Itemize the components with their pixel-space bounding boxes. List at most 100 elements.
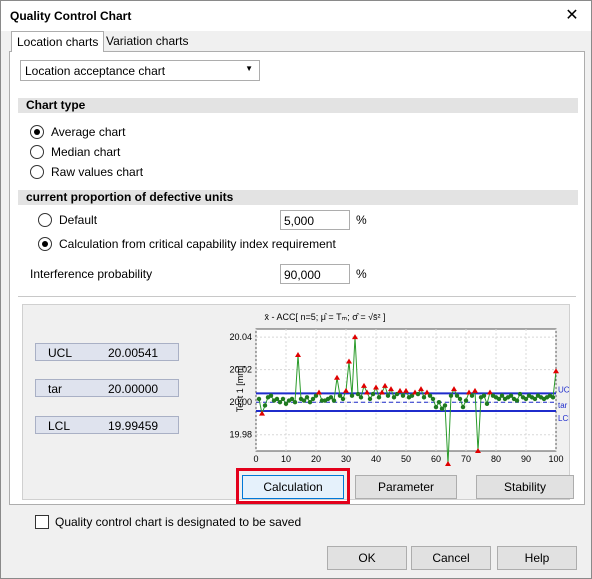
data-point xyxy=(355,391,361,397)
data-point xyxy=(523,396,529,402)
radio-calc-capability[interactable] xyxy=(38,237,52,251)
data-point xyxy=(448,393,454,398)
parameter-button[interactable]: Parameter xyxy=(355,475,457,499)
limit-ucl: UCL 20.00541 xyxy=(35,343,179,361)
data-point xyxy=(277,400,283,405)
data-point xyxy=(481,393,487,398)
label-average-chart: Average chart xyxy=(51,125,126,139)
chart-type-dropdown[interactable]: Location acceptance chart ▼ xyxy=(20,60,260,81)
divider xyxy=(18,296,576,297)
data-point xyxy=(376,395,382,400)
data-point xyxy=(427,393,433,398)
control-chart: x̄ - ACC[ n=5; μ̂ = Tₘ; σ̂ = √s̄² ] UCL t… xyxy=(229,312,569,467)
x-tick-label: 40 xyxy=(371,454,381,464)
section-chart-type: Chart type xyxy=(18,98,578,113)
x-tick-label: 100 xyxy=(548,454,563,464)
data-point xyxy=(421,395,427,400)
data-point xyxy=(496,396,502,402)
data-point xyxy=(307,400,313,405)
data-point xyxy=(457,396,463,402)
data-point xyxy=(436,400,442,405)
data-point xyxy=(499,393,505,398)
data-point xyxy=(385,393,391,398)
section-defective-units: current proportion of defective units xyxy=(18,190,578,205)
data-point xyxy=(484,401,490,407)
data-point xyxy=(274,396,280,402)
data-point xyxy=(349,393,355,398)
limit-tar: tar 20.00000 xyxy=(35,379,179,397)
data-point xyxy=(367,396,373,402)
limit-line-label: UCL xyxy=(558,385,569,394)
data-point xyxy=(469,393,475,398)
interference-field[interactable]: 90,000 xyxy=(280,264,350,284)
limit-ucl-name: UCL xyxy=(48,346,73,360)
dialog-title: Quality Control Chart xyxy=(10,9,132,23)
limit-line-label: LCL xyxy=(558,414,569,423)
x-tick-label: 80 xyxy=(491,454,501,464)
interference-unit: % xyxy=(356,267,367,281)
y-tick-label: 19.98 xyxy=(229,430,252,440)
tab-location-charts[interactable]: Location charts xyxy=(11,31,105,52)
data-point xyxy=(430,396,436,402)
close-icon[interactable]: ✕ xyxy=(561,5,583,27)
label-median-chart: Median chart xyxy=(51,145,121,159)
data-point xyxy=(262,403,268,408)
label-calc-capability: Calculation from critical capability ind… xyxy=(59,237,336,251)
x-tick-label: 10 xyxy=(281,454,291,464)
y-axis-label: Test 1 [mm] xyxy=(235,366,245,413)
x-tick-label: 90 xyxy=(521,454,531,464)
radio-average-chart[interactable] xyxy=(30,125,44,139)
default-proportion-value: 5,000 xyxy=(284,214,315,228)
limit-lcl-value: 19.99459 xyxy=(108,419,159,433)
data-point xyxy=(337,393,343,398)
data-point xyxy=(310,396,316,402)
stability-button[interactable]: Stability xyxy=(476,475,574,499)
radio-raw-values-chart[interactable] xyxy=(30,165,44,179)
radio-median-chart[interactable] xyxy=(30,145,44,159)
x-tick-label: 30 xyxy=(341,454,351,464)
x-tick-label: 50 xyxy=(401,454,411,464)
tab-variation-charts[interactable]: Variation charts xyxy=(101,31,193,51)
data-point xyxy=(439,406,445,411)
data-point xyxy=(550,395,556,400)
quality-control-dialog: Quality Control Chart ✕ Location charts … xyxy=(0,0,592,579)
data-point xyxy=(508,393,514,398)
limit-tar-value: 20.00000 xyxy=(108,382,159,396)
limit-lcl-name: LCL xyxy=(48,419,71,433)
data-point xyxy=(400,393,406,398)
chevron-down-icon: ▼ xyxy=(245,64,253,73)
ok-button[interactable]: OK xyxy=(327,546,407,570)
chart-title: x̄ - ACC[ n=5; μ̂ = Tₘ; σ̂ = √s̄² ] xyxy=(264,312,385,322)
interference-value: 90,000 xyxy=(284,268,321,282)
x-tick-label: 70 xyxy=(461,454,471,464)
label-raw-values-chart: Raw values chart xyxy=(51,165,144,179)
data-point xyxy=(358,395,364,400)
data-point xyxy=(289,396,295,402)
data-point xyxy=(328,395,334,400)
data-point xyxy=(415,391,421,397)
save-checkbox-label: Quality control chart is designated to b… xyxy=(55,515,302,529)
limit-tar-name: tar xyxy=(48,382,63,396)
save-checkbox[interactable] xyxy=(35,515,49,529)
help-button[interactable]: Help xyxy=(497,546,577,570)
unit-percent: % xyxy=(356,213,367,227)
data-point xyxy=(283,401,289,407)
x-tick-label: 60 xyxy=(431,454,441,464)
data-point xyxy=(280,396,286,402)
data-point xyxy=(433,404,439,410)
y-tick-label: 20.04 xyxy=(229,332,252,342)
x-tick-label: 20 xyxy=(311,454,321,464)
data-point xyxy=(340,396,346,402)
data-point xyxy=(517,391,523,397)
data-point xyxy=(256,396,262,402)
tab-panel: Location acceptance chart ▼ Chart type A… xyxy=(9,51,585,505)
cancel-button[interactable]: Cancel xyxy=(411,546,491,570)
limit-ucl-value: 20.00541 xyxy=(108,346,159,360)
data-point xyxy=(370,391,376,397)
highlight-box xyxy=(236,468,350,504)
data-point xyxy=(331,398,337,403)
radio-default[interactable] xyxy=(38,213,52,227)
data-point xyxy=(460,404,466,410)
data-point xyxy=(454,393,460,398)
default-proportion-field[interactable]: 5,000 xyxy=(280,210,350,230)
